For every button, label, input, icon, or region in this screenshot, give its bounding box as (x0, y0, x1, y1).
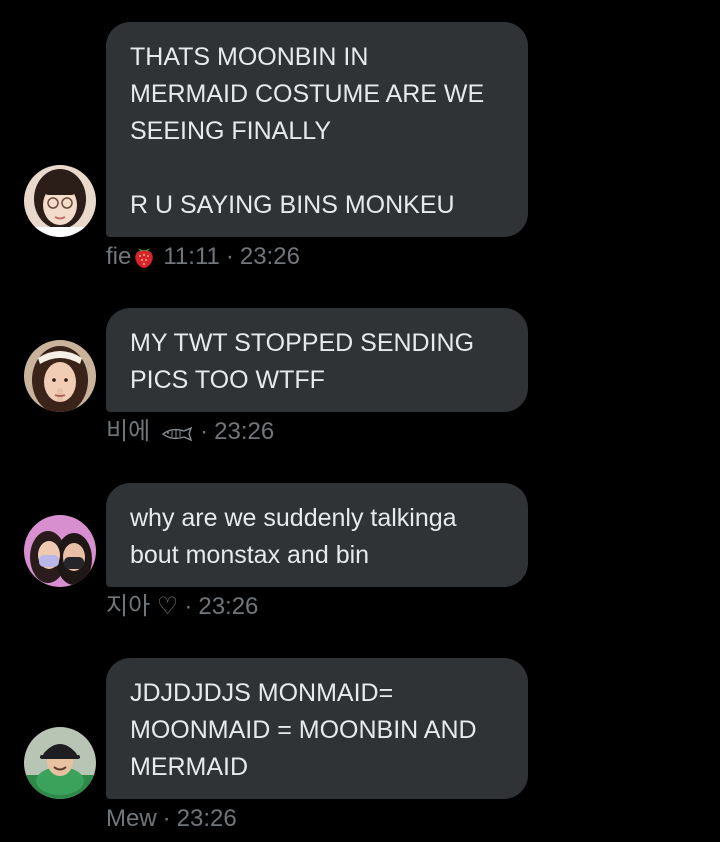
sender-name[interactable]: Mew (106, 805, 157, 832)
timestamp: 23:26 (176, 805, 237, 832)
message-bubble[interactable]: JDJDJDJS MONMAID= MOONMAID = MOONBIN AND… (106, 658, 528, 799)
separator: · (162, 805, 171, 832)
avatar[interactable] (24, 727, 96, 799)
avatar-image (24, 727, 96, 799)
message-meta: Mew · 23:26 (106, 804, 237, 834)
message-4: JDJDJDJS MONMAID= MOONMAID = MOONBIN AND… (0, 0, 720, 842)
